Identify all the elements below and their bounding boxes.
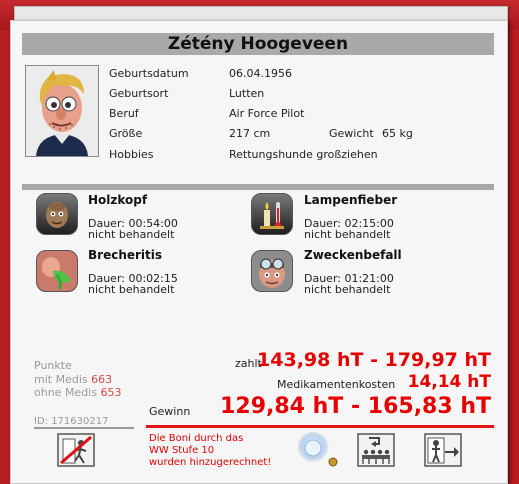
profit-label: Gewinn bbox=[149, 405, 191, 418]
pins-head-icon[interactable] bbox=[251, 250, 293, 292]
medcost-label: Medikamentenkosten bbox=[277, 378, 396, 391]
hobbies-value: Rettungshunde großziehen bbox=[229, 148, 378, 161]
bonus-divider bbox=[146, 425, 494, 428]
illness-status: nicht behandelt bbox=[88, 228, 175, 241]
illness-name: Zweckenbefall bbox=[304, 248, 402, 262]
wooden-head-icon[interactable] bbox=[36, 193, 78, 235]
profit-value: 129,84 hT - 165,83 hT bbox=[220, 394, 491, 419]
illness-name: Holzkopf bbox=[88, 193, 148, 207]
birthplace-label: Geburtsort bbox=[109, 87, 169, 100]
illness-name: Lampenfieber bbox=[304, 193, 398, 207]
illness-status: nicht behandelt bbox=[88, 283, 175, 296]
points-title: Punkte bbox=[34, 359, 72, 372]
birthplace-value: Lutten bbox=[229, 87, 265, 100]
bonus-line: WW Stufe 10 bbox=[149, 445, 215, 456]
birthdate-value: 06.04.1956 bbox=[229, 67, 292, 80]
send-to-room-icon[interactable] bbox=[424, 433, 462, 467]
illness-name: Brecheritis bbox=[88, 248, 163, 262]
vomit-icon[interactable] bbox=[36, 250, 78, 292]
profession-label: Beruf bbox=[109, 107, 139, 120]
bonus-note: Die Boni durch das WW Stufe 10 wurden hi… bbox=[149, 433, 299, 469]
discharge-patient-icon[interactable] bbox=[57, 433, 95, 467]
weight-label: Gewicht bbox=[329, 127, 374, 140]
points-without-label: ohne Medis bbox=[34, 386, 97, 399]
medcost-value: 14,14 hT bbox=[407, 372, 491, 392]
section-divider bbox=[22, 184, 494, 190]
pays-value: 143,98 hT - 179,97 hT bbox=[257, 349, 491, 371]
bonus-line: Die Boni durch das bbox=[149, 433, 244, 444]
waiting-room-icon[interactable] bbox=[357, 433, 395, 467]
patient-name: Zétény Hoogeveen bbox=[22, 33, 494, 55]
hobbies-label: Hobbies bbox=[109, 148, 154, 161]
illness-status: nicht behandelt bbox=[304, 228, 391, 241]
bonus-line: wurden hinzugerechnet! bbox=[149, 457, 272, 468]
profession-value: Air Force Pilot bbox=[229, 107, 305, 120]
illness-status: nicht behandelt bbox=[304, 283, 391, 296]
id-divider bbox=[34, 427, 134, 429]
points-without-value: 653 bbox=[100, 386, 122, 399]
birthdate-label: Geburtsdatum bbox=[109, 67, 189, 80]
glowing-orb-icon[interactable] bbox=[296, 431, 342, 471]
candle-thermometer-icon[interactable] bbox=[251, 193, 293, 235]
points-with-value: 663 bbox=[91, 373, 113, 386]
height-label: Größe bbox=[109, 127, 143, 140]
patient-portrait bbox=[25, 65, 99, 157]
patient-id: ID: 171630217 bbox=[34, 416, 109, 427]
weight-value: 65 kg bbox=[382, 127, 413, 140]
height-value: 217 cm bbox=[229, 127, 271, 140]
points-with-label: mit Medis bbox=[34, 373, 88, 386]
points-with-medis: mit Medis 663 bbox=[34, 373, 112, 386]
points-without-medis: ohne Medis 653 bbox=[34, 386, 121, 399]
portrait-image bbox=[26, 66, 98, 156]
